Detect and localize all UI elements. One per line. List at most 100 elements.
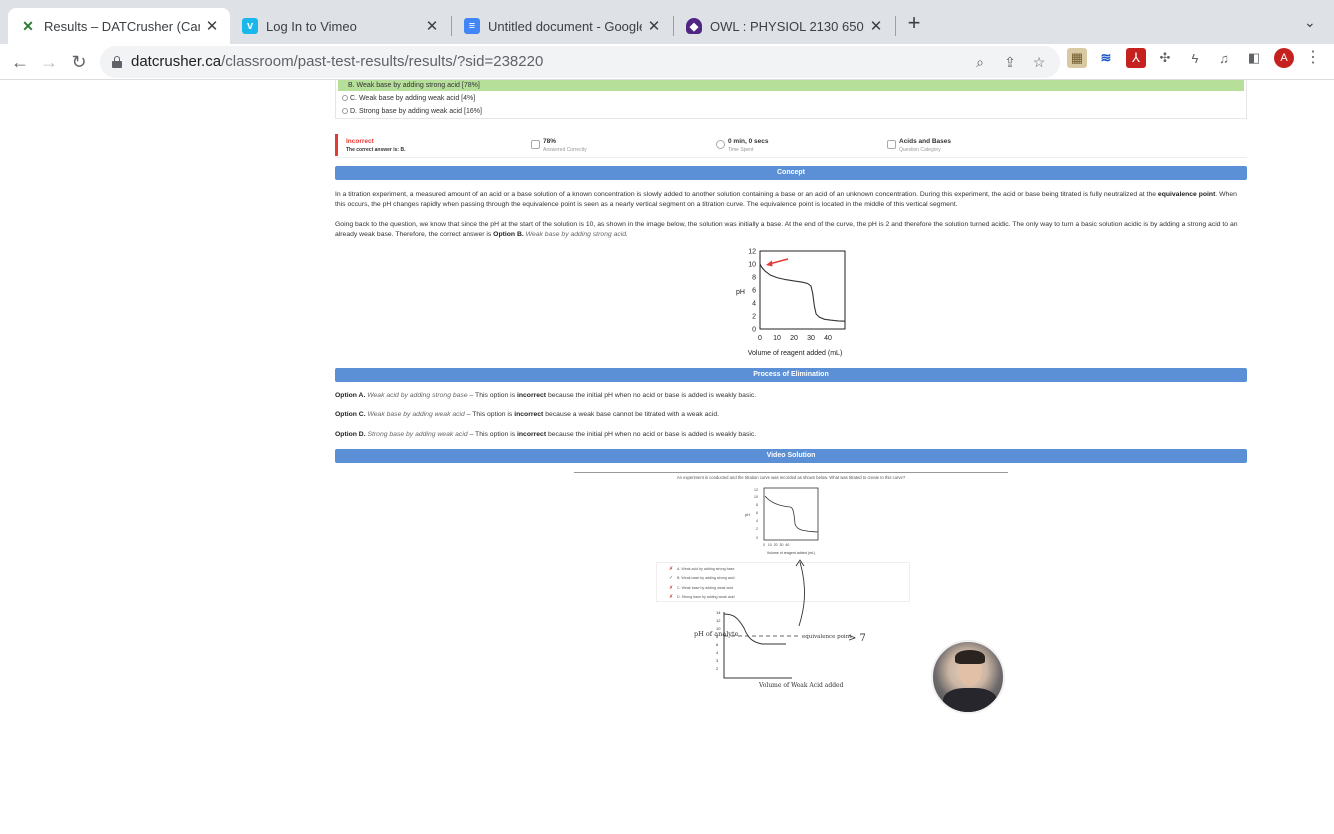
radio-icon[interactable]	[342, 108, 348, 114]
titration-curve-chart: 0 2 4 6 8 10 12 0 10 20 30 40 pH Volume of reagent…	[736, 249, 846, 357]
close-icon[interactable]: ✕	[420, 17, 444, 35]
tab-vimeo[interactable]: v Log In to Vimeo ✕	[230, 8, 450, 44]
svg-text:6: 6	[756, 511, 758, 515]
sketch-gt: > 7	[848, 633, 866, 644]
y-axis-label: pH	[736, 289, 745, 296]
vimeo-icon: v	[242, 18, 258, 34]
y-tick-label: 0	[752, 327, 756, 334]
owl-icon: ◆	[686, 18, 702, 34]
answer-options: B. Weak base by adding strong acid [78%]…	[335, 80, 1247, 119]
tab-separator	[895, 16, 896, 36]
url-text[interactable]: datcrusher.ca/classroom/past-test-result…	[131, 53, 543, 70]
incorrect-indicator	[335, 134, 338, 156]
forward-icon[interactable]: →	[37, 50, 61, 74]
video-question-text: An experiment is conducted and the titra…	[676, 475, 906, 480]
tab-strip: ✕ Results – DATCrusher (Canadia ✕ v Log …	[0, 0, 1334, 44]
x-tick-label: 0	[758, 335, 762, 342]
browser-menu-icon[interactable]: ⋮	[1305, 48, 1321, 68]
answered-correctly-stat: 78% Answered Correctly	[531, 138, 587, 153]
datcrusher-icon: ✕	[22, 17, 34, 34]
svg-text:6: 6	[716, 642, 719, 647]
x-axis-label: Volume of reagent added (mL)	[748, 350, 843, 357]
extension-calculator-icon[interactable]: ▦	[1067, 48, 1087, 68]
svg-text:Volume of reagent added (mL): Volume of reagent added (mL)	[767, 551, 816, 555]
zoom-icon[interactable]: ⌕	[970, 52, 990, 72]
svg-text:4: 4	[716, 650, 719, 655]
y-tick-label: 2	[752, 314, 756, 321]
tab-title: OWL : PHYSIOL 2130 650 SU2	[710, 18, 864, 34]
option-d[interactable]: D. Strong base by adding weak acid [16%]	[342, 106, 482, 117]
extensions-puzzle-icon[interactable]: ✣	[1155, 48, 1175, 68]
chart-icon	[531, 140, 540, 149]
clock-icon	[716, 140, 725, 149]
concept-heading: Concept	[335, 166, 1247, 180]
tab-owl[interactable]: ◆ OWL : PHYSIOL 2130 650 SU2 ✕	[674, 8, 894, 44]
tab-title: Results – DATCrusher (Canadia	[44, 18, 200, 34]
elimination-option-c: Option C. Weak base by adding weak acid …	[335, 411, 720, 418]
lock-icon[interactable]	[112, 56, 122, 68]
svg-text:pH: pH	[745, 512, 750, 517]
address-bar[interactable]: datcrusher.ca/classroom/past-test-result…	[100, 46, 1060, 78]
extension-bolt-icon[interactable]: ϟ	[1185, 48, 1205, 68]
new-tab-button[interactable]: +	[902, 12, 926, 36]
svg-text:12: 12	[716, 618, 721, 623]
y-tick-label: 12	[748, 249, 756, 256]
tab-google-docs[interactable]: ≡ Untitled document - Google Do ✕	[452, 8, 672, 44]
result-status: Incorrect The correct answer is: B.	[346, 138, 406, 153]
option-c[interactable]: C. Weak base by adding weak acid [4%]	[342, 93, 475, 104]
tab-title: Log In to Vimeo	[266, 18, 357, 34]
extension-wave-icon[interactable]: ≋	[1096, 48, 1116, 68]
y-tick-label: 4	[752, 301, 756, 308]
share-icon[interactable]: ⇪	[1000, 52, 1020, 72]
google-docs-icon: ≡	[464, 18, 480, 34]
profile-avatar[interactable]: A	[1274, 48, 1294, 68]
radio-icon[interactable]	[342, 95, 348, 101]
handwritten-sketch: 14 12 10 8 6 4 3 2 pH of analyte Volume …	[694, 559, 866, 689]
y-tick-label: 10	[748, 262, 756, 269]
extension-pdf-icon[interactable]: ⅄	[1126, 48, 1146, 68]
y-tick-label: 8	[752, 275, 756, 282]
x-tick-label: 40	[824, 335, 832, 342]
option-b[interactable]: B. Weak base by adding strong acid [78%]	[338, 80, 1244, 91]
side-panel-icon[interactable]: ◧	[1244, 48, 1264, 68]
time-spent-stat: 0 min, 0 secs Time Spent	[716, 138, 768, 153]
svg-text:14: 14	[716, 610, 721, 615]
bookmark-star-icon[interactable]: ☆	[1029, 52, 1049, 72]
sketch-y-label: pH of analyte	[694, 630, 739, 638]
close-icon[interactable]: ✕	[864, 17, 888, 35]
calendar-icon	[887, 140, 896, 149]
elimination-option-d: Option D. Strong base by adding weak aci…	[335, 431, 757, 438]
sketch-note: equivalence point	[802, 634, 852, 640]
back-icon[interactable]: ←	[8, 50, 32, 74]
tab-search-icon[interactable]: ⌄	[1304, 14, 1316, 31]
divider	[574, 472, 1008, 473]
elimination-heading: Process of Elimination	[335, 368, 1247, 382]
svg-text:12: 12	[754, 488, 758, 492]
result-status-bar: Incorrect The correct answer is: B. 78% …	[335, 134, 1247, 158]
svg-text:10: 10	[754, 495, 758, 499]
svg-text:4: 4	[756, 519, 758, 523]
elimination-option-a: Option A. Weak acid by adding strong bas…	[335, 392, 757, 399]
video-solution-heading: Video Solution	[335, 449, 1247, 463]
svg-text:0 10 20 30 40: 0 10 20 30 40	[763, 543, 789, 547]
svg-text:8: 8	[756, 503, 758, 507]
svg-text:2: 2	[716, 666, 719, 671]
presenter-webcam	[931, 640, 1005, 714]
svg-text:3: 3	[716, 658, 719, 663]
y-tick-label: 6	[752, 288, 756, 295]
tab-datcrusher[interactable]: ✕ Results – DATCrusher (Canadia ✕	[8, 8, 230, 44]
close-icon[interactable]: ✕	[200, 17, 224, 35]
reload-icon[interactable]: ↻	[67, 50, 91, 74]
svg-text:0: 0	[756, 536, 758, 540]
tab-title: Untitled document - Google Do	[488, 18, 642, 34]
concept-paragraph-1: In a titration experiment, a measured am…	[335, 191, 1237, 208]
sketch-x-label: Volume of Weak Acid added	[758, 682, 844, 689]
x-tick-label: 30	[807, 335, 815, 342]
concept-paragraph-2: Going back to the question, we know that…	[335, 221, 1238, 238]
media-control-icon[interactable]: ♫	[1214, 48, 1234, 68]
x-tick-label: 10	[773, 335, 781, 342]
svg-text:2: 2	[756, 527, 758, 531]
video-mini-chart: pH 12 10 8 6 4 2 0 0 10 20 30 40 Volume …	[745, 487, 819, 555]
question-category-stat: Acids and Bases Question Category	[887, 138, 951, 153]
close-icon[interactable]: ✕	[642, 17, 666, 35]
